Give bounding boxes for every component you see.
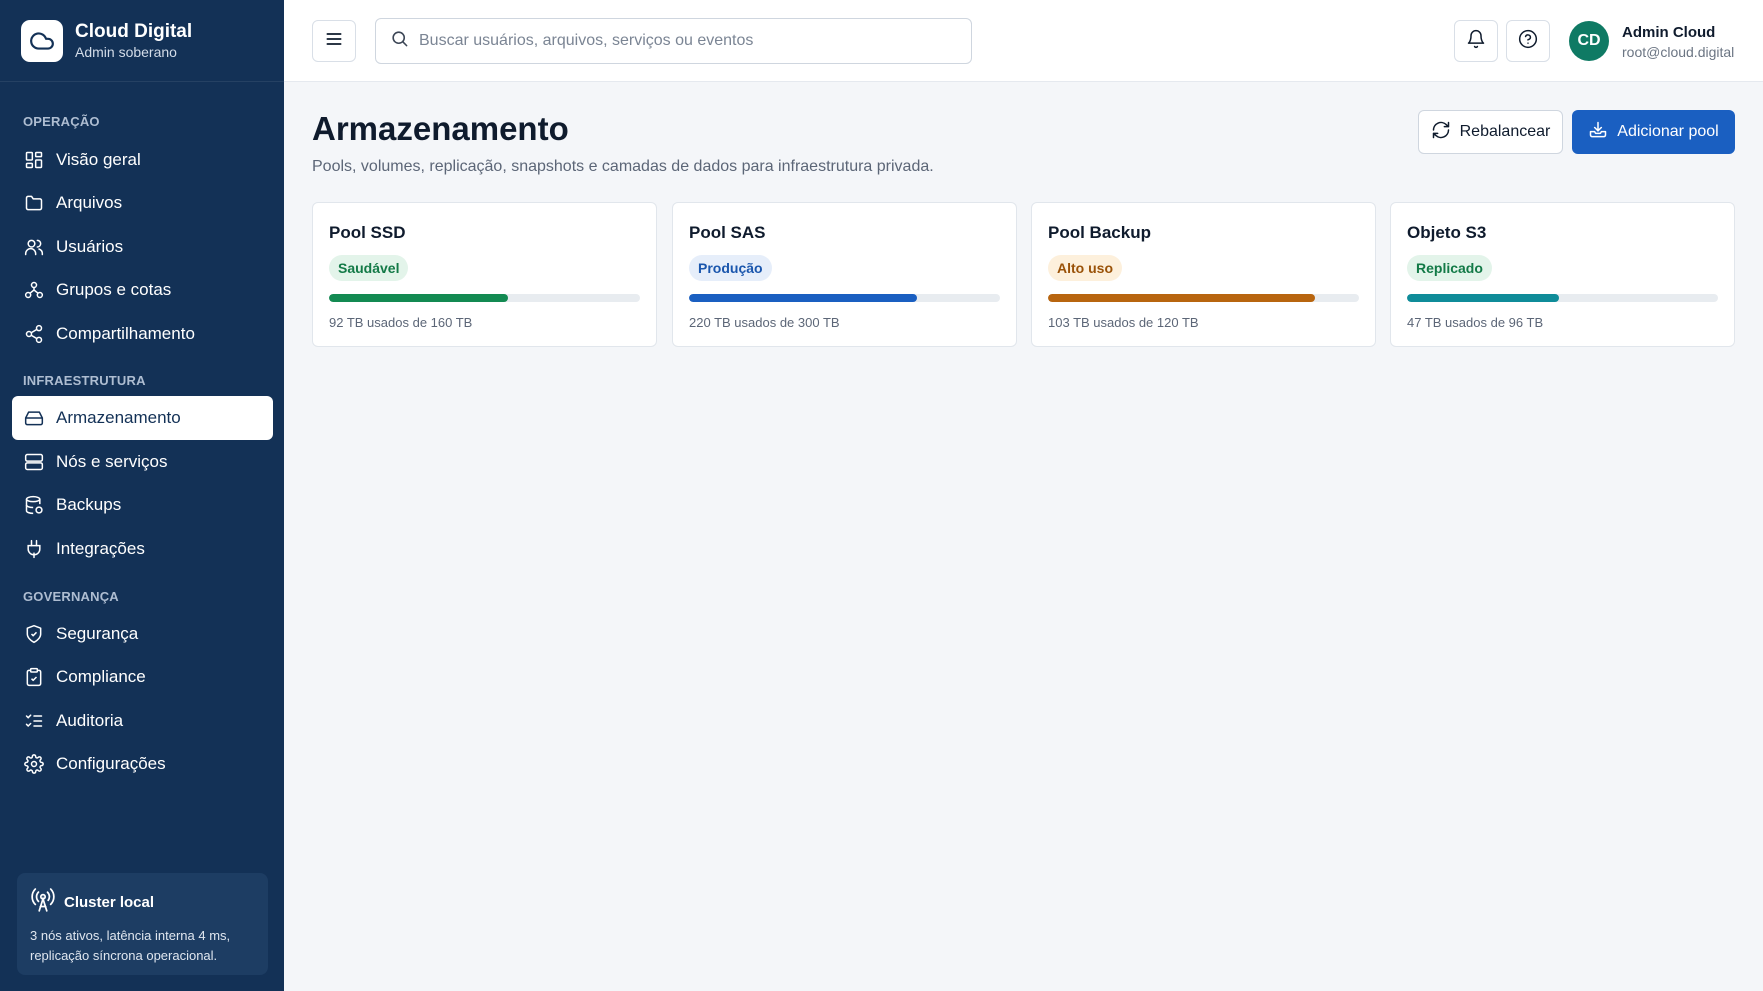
cloud-logo-icon (21, 19, 63, 62)
page-subtitle: Pools, volumes, replicação, snapshots e … (312, 158, 934, 175)
add-pool-button[interactable]: Adicionar pool (1572, 110, 1735, 154)
usage-text: 47 TB usados de 96 TB (1407, 315, 1544, 330)
help-circle-icon (1518, 29, 1538, 54)
status-badge: Saudável (329, 255, 409, 281)
sidebar-item-armazenamento[interactable]: Armazenamento (12, 396, 273, 440)
bell-icon (1466, 29, 1486, 54)
grid-icon (23, 149, 45, 171)
search-box[interactable] (375, 18, 972, 64)
rebalance-label: Rebalancear (1459, 123, 1551, 140)
sidebar-item-visao-geral[interactable]: Visão geral (12, 138, 273, 182)
usage-bar-fill (1407, 294, 1560, 302)
brand: Cloud Digital Admin soberano (0, 0, 284, 82)
sidebar-item-label: Auditoria (56, 711, 124, 730)
sidebar-item-usuarios[interactable]: Usuários (12, 225, 273, 269)
sidebar-item-arquivos[interactable]: Arquivos (12, 181, 273, 225)
database-backup-icon (23, 494, 45, 516)
gear-icon (23, 753, 45, 775)
sidebar: Cloud Digital Admin soberano OPERAÇÃO Vi… (0, 0, 284, 991)
sidebar-item-label: Backups (56, 495, 122, 514)
pool-card-backup[interactable]: Pool Backup Alto uso 103 TB usados de 12… (1031, 202, 1376, 347)
sidebar-item-nos-e-servicos[interactable]: Nós e serviços (12, 440, 273, 484)
plug-icon (23, 538, 45, 560)
status-badge: Alto uso (1048, 255, 1122, 281)
usage-text: 103 TB usados de 120 TB (1048, 315, 1199, 330)
pool-card-sas[interactable]: Pool SAS Produção 220 TB usados de 300 T… (672, 202, 1017, 347)
usage-bar-fill (1048, 294, 1315, 302)
section-label-governanca: GOVERNANÇA (23, 589, 119, 604)
drive-icon (23, 407, 45, 429)
sidebar-item-compliance[interactable]: Compliance (12, 655, 273, 699)
section-label-operacao: OPERAÇÃO (23, 114, 100, 129)
download-tray-icon (1588, 120, 1608, 145)
rebalance-button[interactable]: Rebalancear (1418, 110, 1563, 154)
usage-bar (689, 294, 1000, 302)
sidebar-item-label: Grupos e cotas (56, 280, 172, 299)
usage-bar (1048, 294, 1359, 302)
shield-icon (23, 623, 45, 645)
hamburger-icon (324, 29, 344, 54)
search-icon (390, 29, 409, 53)
sidebar-item-label: Visão geral (56, 150, 141, 169)
sidebar-item-compartilhamento[interactable]: Compartilhamento (12, 312, 273, 356)
status-badge: Produção (689, 255, 772, 281)
groups-icon (23, 279, 45, 301)
sidebar-item-label: Armazenamento (56, 408, 181, 427)
help-button[interactable] (1506, 20, 1550, 62)
page-title: Armazenamento (312, 110, 569, 147)
usage-bar-fill (689, 294, 918, 302)
usage-bar (1407, 294, 1718, 302)
sidebar-item-label: Compliance (56, 667, 146, 686)
sidebar-item-label: Segurança (56, 624, 139, 643)
user-email: root@cloud.digital (1622, 44, 1735, 60)
sidebar-item-label: Configurações (56, 754, 166, 773)
sidebar-item-backups[interactable]: Backups (12, 483, 273, 527)
refresh-icon (1431, 120, 1451, 145)
pool-card-s3[interactable]: Objeto S3 Replicado 47 TB usados de 96 T… (1390, 202, 1735, 347)
user-name: Admin Cloud (1622, 24, 1716, 41)
pool-card-ssd[interactable]: Pool SSD Saudável 92 TB usados de 160 TB (312, 202, 657, 347)
usage-text: 220 TB usados de 300 TB (689, 315, 840, 330)
pool-name: Pool SAS (689, 223, 766, 242)
users-icon (23, 236, 45, 258)
pool-name: Pool Backup (1048, 223, 1151, 242)
radio-tower-icon (30, 887, 56, 918)
sidebar-item-grupos-e-cotas[interactable]: Grupos e cotas (12, 268, 273, 312)
sidebar-item-auditoria[interactable]: Auditoria (12, 699, 273, 743)
status-badge: Replicado (1407, 255, 1492, 281)
cluster-status-card: Cluster local 3 nós ativos, latência int… (17, 873, 268, 975)
brand-title: Cloud Digital (75, 20, 193, 42)
sidebar-item-integracoes[interactable]: Integrações (12, 527, 273, 571)
avatar[interactable]: CD (1569, 21, 1609, 61)
cluster-description: 3 nós ativos, latência interna 4 ms, rep… (30, 928, 231, 963)
sidebar-item-configuracoes[interactable]: Configurações (12, 742, 273, 786)
clipboard-check-icon (23, 666, 45, 688)
sidebar-item-label: Nós e serviços (56, 452, 168, 471)
server-icon (23, 451, 45, 473)
sidebar-item-label: Usuários (56, 237, 124, 256)
menu-toggle-button[interactable] (312, 20, 356, 62)
usage-text: 92 TB usados de 160 TB (329, 315, 473, 330)
topbar: CD Admin Cloud root@cloud.digital (284, 0, 1763, 82)
pool-name: Pool SSD (329, 223, 406, 242)
search-input[interactable] (419, 32, 959, 50)
cluster-title: Cluster local (64, 894, 155, 911)
sidebar-item-label: Compartilhamento (56, 324, 195, 343)
notifications-button[interactable] (1454, 20, 1498, 62)
usage-bar (329, 294, 640, 302)
add-pool-label: Adicionar pool (1617, 123, 1719, 140)
pool-name: Objeto S3 (1407, 223, 1487, 242)
sidebar-item-label: Arquivos (56, 193, 123, 212)
folder-icon (23, 192, 45, 214)
share-icon (23, 323, 45, 345)
usage-bar-fill (329, 294, 508, 302)
brand-subtitle: Admin soberano (75, 43, 177, 60)
list-checks-icon (23, 710, 45, 732)
sidebar-item-label: Integrações (56, 539, 145, 558)
section-label-infraestrutura: INFRAESTRUTURA (23, 373, 146, 388)
sidebar-item-seguranca[interactable]: Segurança (12, 612, 273, 656)
